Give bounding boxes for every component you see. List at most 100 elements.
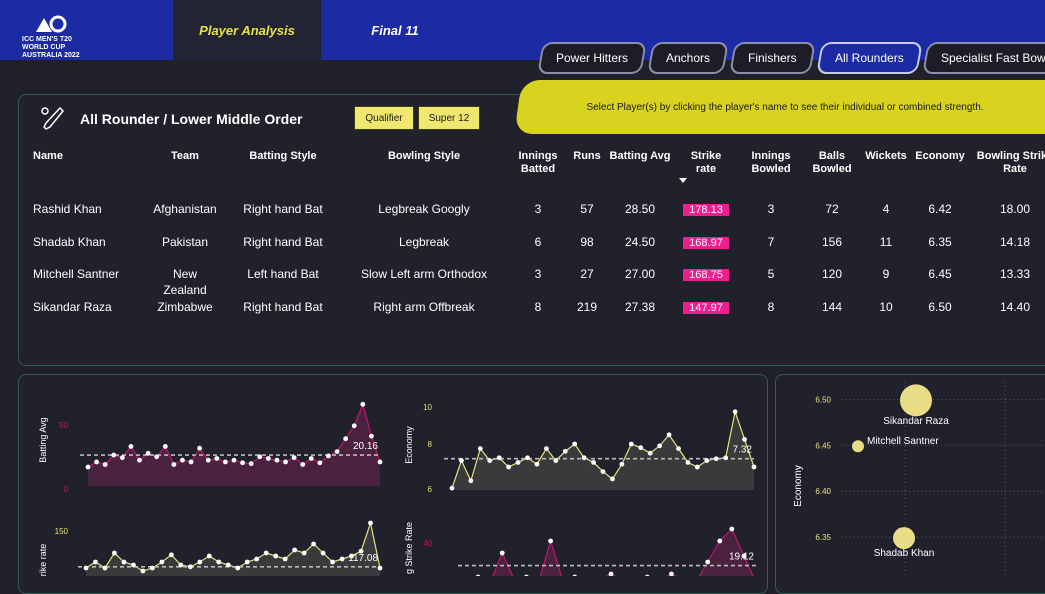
trend-point[interactable] xyxy=(308,456,314,461)
trend-point[interactable] xyxy=(235,565,241,571)
trend-point[interactable] xyxy=(257,454,263,460)
trend-point[interactable] xyxy=(608,571,614,576)
trend-point[interactable] xyxy=(368,520,373,526)
trend-point[interactable] xyxy=(487,458,493,463)
trend-point[interactable] xyxy=(713,456,719,462)
trend-point[interactable] xyxy=(188,459,194,465)
trend-point[interactable] xyxy=(326,453,331,459)
trend-point[interactable] xyxy=(300,462,306,467)
trend-point[interactable] xyxy=(149,565,155,571)
trend-point[interactable] xyxy=(231,457,237,463)
trend-point[interactable] xyxy=(751,464,757,470)
trend-point[interactable] xyxy=(619,461,625,467)
trend-point[interactable] xyxy=(534,461,540,467)
trend-point[interactable] xyxy=(729,526,735,532)
trend-point[interactable] xyxy=(543,446,549,451)
trend-point[interactable] xyxy=(449,485,455,491)
trend-point[interactable] xyxy=(112,550,117,556)
trend-point[interactable] xyxy=(244,559,250,565)
trend-point[interactable] xyxy=(685,460,691,465)
trend-point[interactable] xyxy=(273,553,279,559)
trend-point[interactable] xyxy=(274,457,280,463)
trend-point[interactable] xyxy=(205,457,211,463)
trend-point[interactable] xyxy=(723,455,729,461)
trend-point[interactable] xyxy=(377,459,383,465)
trend-point[interactable] xyxy=(225,562,231,568)
trend-point[interactable] xyxy=(669,571,674,576)
trend-point[interactable] xyxy=(459,458,464,463)
col-header-balls-bowled[interactable]: Balls Bowled xyxy=(806,150,858,176)
col-header-bowling-strike-rate[interactable]: Bowling Strike Rate xyxy=(970,150,1045,176)
trend-point[interactable] xyxy=(240,460,245,466)
trend-point[interactable] xyxy=(499,550,505,556)
trend-point[interactable] xyxy=(676,446,681,451)
filter-specialist-fast-bowlers[interactable]: Specialist Fast Bow xyxy=(922,42,1045,74)
trend-point[interactable] xyxy=(159,559,165,565)
trend-point[interactable] xyxy=(119,455,125,461)
trend-point[interactable] xyxy=(647,450,653,456)
trend-point[interactable] xyxy=(369,433,374,439)
trend-point[interactable] xyxy=(265,456,271,461)
trend-point[interactable] xyxy=(638,445,644,451)
trend-point[interactable] xyxy=(206,553,212,559)
trend-point[interactable] xyxy=(548,538,553,544)
trend-point[interactable] xyxy=(339,556,345,562)
trend-point[interactable] xyxy=(168,552,174,558)
trend-point[interactable] xyxy=(666,432,672,438)
trend-point[interactable] xyxy=(291,455,297,461)
trend-point[interactable] xyxy=(292,547,298,553)
trend-point[interactable] xyxy=(216,559,222,565)
trend-point[interactable] xyxy=(360,401,366,407)
trend-point[interactable] xyxy=(506,464,512,470)
trend-point[interactable] xyxy=(85,464,91,470)
trend-point[interactable] xyxy=(197,445,203,451)
trend-point[interactable] xyxy=(83,565,89,571)
trend-point[interactable] xyxy=(154,454,160,460)
filter-all-rounders[interactable]: All Rounders xyxy=(815,42,923,74)
trend-point[interactable] xyxy=(263,550,269,556)
col-header-wickets[interactable]: Wickets xyxy=(860,150,912,163)
trend-point[interactable] xyxy=(742,437,747,442)
trend-point[interactable] xyxy=(121,559,127,565)
trend-point[interactable] xyxy=(283,459,288,465)
trend-point[interactable] xyxy=(705,559,711,565)
trend-point[interactable] xyxy=(94,459,99,465)
trend-point[interactable] xyxy=(131,562,136,568)
scatter-point[interactable] xyxy=(893,527,915,550)
trend-point[interactable] xyxy=(140,568,146,574)
trend-point[interactable] xyxy=(351,423,357,429)
col-header-economy[interactable]: Economy xyxy=(912,150,968,163)
scatter-point-label[interactable]: Sikandar Raza xyxy=(883,416,949,427)
trend-point[interactable] xyxy=(102,565,108,571)
trend-point[interactable] xyxy=(525,455,530,461)
trend-point[interactable] xyxy=(496,455,502,461)
trend-point[interactable] xyxy=(694,464,700,470)
trend-point[interactable] xyxy=(468,478,474,484)
trend-point[interactable] xyxy=(330,559,335,565)
scatter-point[interactable] xyxy=(900,384,932,417)
trend-point[interactable] xyxy=(704,458,710,463)
trend-point[interactable] xyxy=(145,450,151,456)
trend-point[interactable] xyxy=(572,441,578,447)
trend-point[interactable] xyxy=(214,456,220,461)
trend-point[interactable] xyxy=(317,460,323,466)
trend-point[interactable] xyxy=(93,559,98,565)
trend-point[interactable] xyxy=(301,550,307,556)
trend-point[interactable] xyxy=(111,452,117,458)
trend-point[interactable] xyxy=(591,460,596,465)
scatter-point-label[interactable]: Shadab Khan xyxy=(874,548,935,559)
trend-point[interactable] xyxy=(717,538,723,544)
trend-point[interactable] xyxy=(553,458,559,463)
trend-point[interactable] xyxy=(282,556,288,562)
trend-point[interactable] xyxy=(377,565,383,571)
trend-point[interactable] xyxy=(343,436,349,442)
trend-point[interactable] xyxy=(477,446,483,451)
trend-point[interactable] xyxy=(137,457,142,463)
trend-point[interactable] xyxy=(128,444,134,449)
trend-point[interactable] xyxy=(254,556,260,562)
trend-point[interactable] xyxy=(562,448,568,454)
trend-point[interactable] xyxy=(102,462,108,467)
trend-point[interactable] xyxy=(311,541,317,547)
trend-point[interactable] xyxy=(581,455,587,461)
trend-point[interactable] xyxy=(162,444,168,449)
